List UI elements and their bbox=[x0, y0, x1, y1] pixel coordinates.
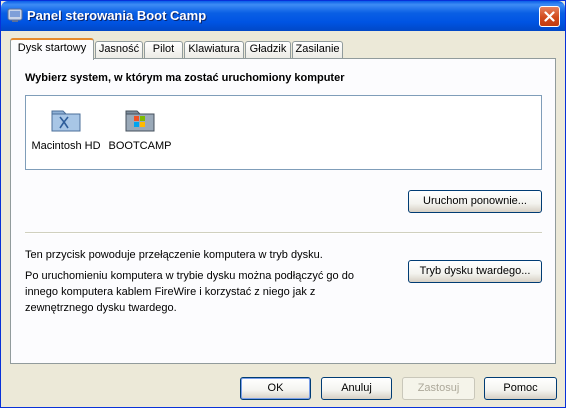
apply-button[interactable]: Zastosuj bbox=[402, 377, 475, 400]
tab-trackpad[interactable]: Gładzik bbox=[245, 41, 291, 58]
ok-button[interactable]: OK bbox=[240, 377, 311, 400]
windows-disk-icon bbox=[125, 110, 155, 132]
section-divider bbox=[25, 232, 542, 234]
window-title: Panel sterowania Boot Camp bbox=[27, 8, 207, 23]
tab-keyboard[interactable]: Klawiatura bbox=[184, 41, 244, 58]
tab-startup-disk[interactable]: Dysk startowy bbox=[10, 38, 94, 60]
help-button[interactable]: Pomoc bbox=[484, 377, 557, 400]
restart-button[interactable]: Uruchom ponownie... bbox=[408, 190, 542, 213]
tab-remote[interactable]: Pilot bbox=[144, 41, 183, 58]
startup-disk-list: Macintosh HD BOOTCAMP bbox=[25, 95, 542, 170]
cancel-button[interactable]: Anuluj bbox=[321, 377, 392, 400]
startup-heading: Wybierz system, w którym ma zostać uruch… bbox=[25, 72, 345, 84]
boot-camp-app-icon bbox=[7, 8, 23, 22]
disk-label: BOOTCAMP bbox=[108, 140, 172, 152]
disk-bootcamp[interactable]: BOOTCAMP bbox=[100, 102, 180, 152]
close-icon bbox=[544, 11, 555, 22]
title-bar[interactable]: Panel sterowania Boot Camp bbox=[1, 1, 565, 31]
disk-label: Macintosh HD bbox=[31, 140, 101, 152]
target-disk-mode-button[interactable]: Tryb dysku twardego... bbox=[408, 260, 542, 283]
tab-brightness[interactable]: Jasność bbox=[95, 41, 143, 58]
tab-power[interactable]: Zasilanie bbox=[292, 41, 343, 58]
close-button[interactable] bbox=[539, 6, 560, 27]
disk-macintosh-hd[interactable]: Macintosh HD bbox=[26, 102, 106, 152]
boot-camp-window: Panel sterowania Boot Camp Dysk startowy… bbox=[0, 0, 566, 408]
mac-disk-icon bbox=[51, 110, 81, 132]
target-mode-instructions: Po uruchomieniu komputera w trybie dysku… bbox=[25, 270, 354, 314]
target-mode-description: Ten przycisk powoduje przełączenie kompu… bbox=[25, 249, 323, 261]
startup-disk-panel: Wybierz system, w którym ma zostać uruch… bbox=[10, 58, 556, 364]
